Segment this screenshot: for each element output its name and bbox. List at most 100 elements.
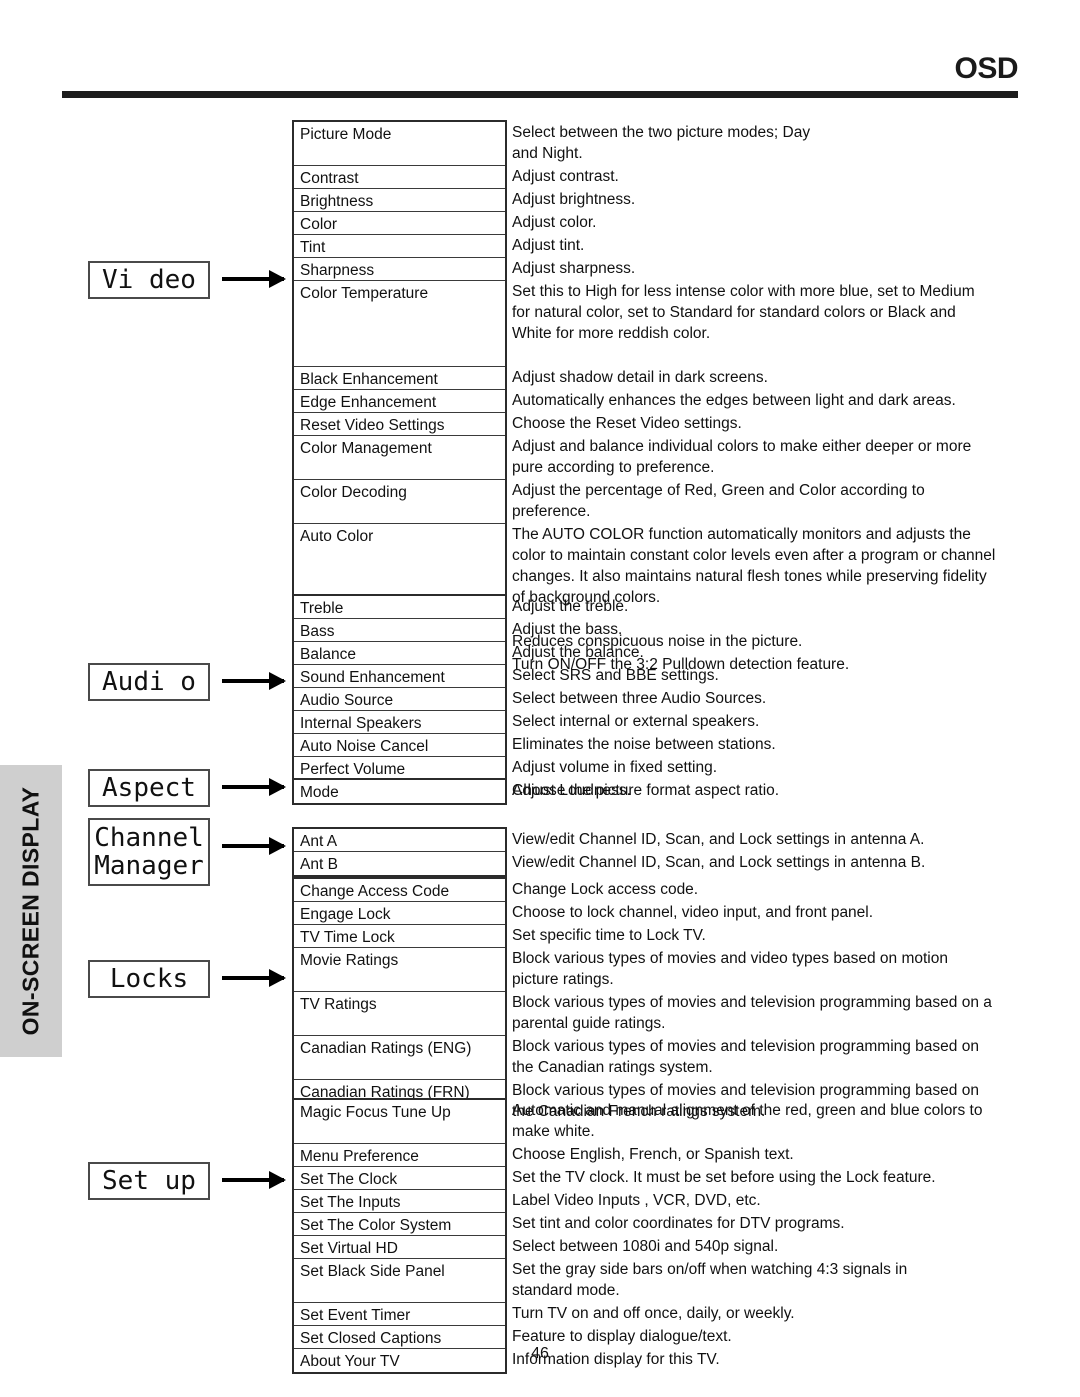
menu-item-setup[interactable]: Set The Color System <box>294 1213 505 1236</box>
description-column: Automatic and manual alignment of the re… <box>512 1098 1072 1370</box>
menu-item-description: Select between three Audio Sources. <box>512 690 767 707</box>
menu-item-description: Choose to lock channel, video input, and… <box>512 904 874 921</box>
arrow-audio-to-items <box>222 672 286 690</box>
arrow-video-to-items <box>222 270 286 288</box>
arrow-setup-to-items <box>222 1171 286 1189</box>
menu-box-channel-manager[interactable]: Channel Manager <box>88 818 210 886</box>
menu-box-audio[interactable]: Audi o <box>88 663 210 701</box>
menu-item-description: Eliminates the noise between stations. <box>512 736 776 753</box>
menu-item-audio[interactable]: Bass <box>294 619 505 642</box>
menu-item-description: Set the gray side bars on/off when watch… <box>512 1261 908 1299</box>
menu-item-video[interactable]: Reset Video Settings <box>294 413 505 436</box>
menu-item-video[interactable]: Picture Mode <box>294 122 505 166</box>
menu-item-description: Adjust volume in fixed setting. <box>512 759 718 776</box>
arrow-aspect-to-items <box>222 778 286 796</box>
menu-item-description: Choose the Reset Video settings. <box>512 415 742 432</box>
menu-item-video[interactable]: Edge Enhancement <box>294 390 505 413</box>
section-side-tab: ON-SCREEN DISPLAY <box>0 765 62 1057</box>
item-table: Magic Focus Tune Up Menu Preference Set Th… <box>292 1098 507 1374</box>
menu-item-description: View/edit Channel ID, Scan, and Lock set… <box>512 831 925 848</box>
menu-item-audio[interactable]: Audio Source <box>294 688 505 711</box>
menu-item-description: Block various types of movies and televi… <box>512 994 992 1032</box>
menu-item-description: View/edit Channel ID, Scan, and Lock set… <box>512 854 926 871</box>
description-column: Change Lock access code. Choose to lock c… <box>512 877 1072 1122</box>
item-table: Change Access Code Engage Lock TV Time Loc… <box>292 877 507 1126</box>
menu-item-description: Select SRS and BBE settings. <box>512 667 719 684</box>
menu-item-description: Adjust brightness. <box>512 191 636 208</box>
menu-item-description: Set tint and color coordinates for DTV p… <box>512 1215 845 1232</box>
menu-item-locks[interactable]: Change Access Code <box>294 879 505 902</box>
page-title: OSD <box>954 52 1018 85</box>
menu-item-description: Adjust the balance. <box>512 644 644 661</box>
menu-item-video[interactable]: Brightness <box>294 189 505 212</box>
description-column: Adjust the treble. Adjust the bass. Adjust… <box>512 594 1072 801</box>
menu-item-video[interactable]: Color Decoding <box>294 480 505 524</box>
menu-item-description: Adjust shadow detail in dark screens. <box>512 369 768 386</box>
description-column: View/edit Channel ID, Scan, and Lock set… <box>512 827 1072 873</box>
menu-item-video[interactable]: Color Management <box>294 436 505 480</box>
menu-item-setup[interactable]: Set The Clock <box>294 1167 505 1190</box>
menu-item-description: Select internal or external speakers. <box>512 713 760 730</box>
page-number: 46 <box>531 1345 549 1362</box>
menu-item-video[interactable]: Sharpness <box>294 258 505 281</box>
menu-item-description: Adjust contrast. <box>512 168 619 185</box>
menu-item-description: Adjust and balance individual colors to … <box>512 438 972 476</box>
menu-item-video[interactable]: Color Temperature <box>294 281 505 367</box>
arrow-channel-manager-to-items <box>222 837 286 855</box>
menu-item-description: Change Lock access code. <box>512 881 699 898</box>
menu-item-description: Feature to display dialogue/text. <box>512 1328 732 1345</box>
header-divider <box>62 90 1018 98</box>
menu-item-description: Set this to High for less intense color … <box>512 283 975 342</box>
menu-box-video[interactable]: Vi deo <box>88 261 210 299</box>
menu-item-aspect[interactable]: Mode <box>294 780 505 803</box>
menu-item-locks[interactable]: Canadian Ratings (ENG) <box>294 1036 505 1080</box>
menu-item-description: Adjust tint. <box>512 237 585 254</box>
menu-item-channel_manager[interactable]: Ant B <box>294 852 505 875</box>
menu-item-description: Select between the two picture modes; Da… <box>512 124 811 162</box>
menu-item-video[interactable]: Contrast <box>294 166 505 189</box>
menu-item-description: Adjust the bass. <box>512 621 623 638</box>
menu-item-audio[interactable]: Perfect Volume <box>294 757 505 780</box>
menu-item-description: Adjust the treble. <box>512 598 629 615</box>
section-side-tab-label: ON-SCREEN DISPLAY <box>17 786 44 1036</box>
menu-item-description: Set the TV clock. It must be set before … <box>512 1169 936 1186</box>
menu-item-locks[interactable]: TV Time Lock <box>294 925 505 948</box>
menu-item-audio[interactable]: Treble <box>294 596 505 619</box>
menu-item-locks[interactable]: TV Ratings <box>294 992 505 1036</box>
menu-item-locks[interactable]: Engage Lock <box>294 902 505 925</box>
menu-item-description: Set specific time to Lock TV. <box>512 927 706 944</box>
menu-box-locks[interactable]: Locks <box>88 960 210 998</box>
menu-item-description: Adjust color. <box>512 214 597 231</box>
menu-item-audio[interactable]: Sound Enhancement <box>294 665 505 688</box>
menu-item-audio[interactable]: Balance <box>294 642 505 665</box>
menu-item-video[interactable]: Tint <box>294 235 505 258</box>
menu-item-setup[interactable]: Set Event Timer <box>294 1303 505 1326</box>
menu-item-audio[interactable]: Auto Noise Cancel <box>294 734 505 757</box>
menu-item-audio[interactable]: Internal Speakers <box>294 711 505 734</box>
menu-item-description: Block various types of movies and video … <box>512 950 948 988</box>
menu-item-setup[interactable]: Set Virtual HD <box>294 1236 505 1259</box>
menu-item-video[interactable]: Color <box>294 212 505 235</box>
menu-item-description: Automatically enhances the edges between… <box>512 392 956 409</box>
menu-item-video[interactable]: Black Enhancement <box>294 367 505 390</box>
description-column: Select between the two picture modes; Da… <box>512 120 1072 675</box>
description-column: Choose the picture format aspect ratio. <box>512 778 1072 801</box>
item-table: Treble Bass Balance Sound Enhancement Audio … <box>292 594 507 805</box>
menu-item-description: Choose the picture format aspect ratio. <box>512 782 780 799</box>
menu-item-description: Adjust the percentage of Red, Green and … <box>512 482 925 520</box>
menu-item-setup[interactable]: Set The Inputs <box>294 1190 505 1213</box>
menu-item-setup[interactable]: Set Black Side Panel <box>294 1259 505 1303</box>
menu-item-description: Block various types of movies and televi… <box>512 1038 979 1076</box>
item-table: Mode <box>292 778 507 805</box>
menu-item-setup[interactable]: Menu Preference <box>294 1144 505 1167</box>
arrow-locks-to-items <box>222 969 286 987</box>
menu-item-description: Choose English, French, or Spanish text. <box>512 1146 794 1163</box>
menu-item-description: Adjust sharpness. <box>512 260 636 277</box>
menu-item-locks[interactable]: Movie Ratings <box>294 948 505 992</box>
menu-item-channel_manager[interactable]: Ant A <box>294 829 505 852</box>
item-table: Ant A Ant B <box>292 827 507 877</box>
menu-item-description: Select between 1080i and 540p signal. <box>512 1238 779 1255</box>
menu-box-aspect[interactable]: Aspect <box>88 769 210 807</box>
menu-box-setup[interactable]: Set up <box>88 1162 210 1200</box>
menu-item-setup[interactable]: Magic Focus Tune Up <box>294 1100 505 1144</box>
